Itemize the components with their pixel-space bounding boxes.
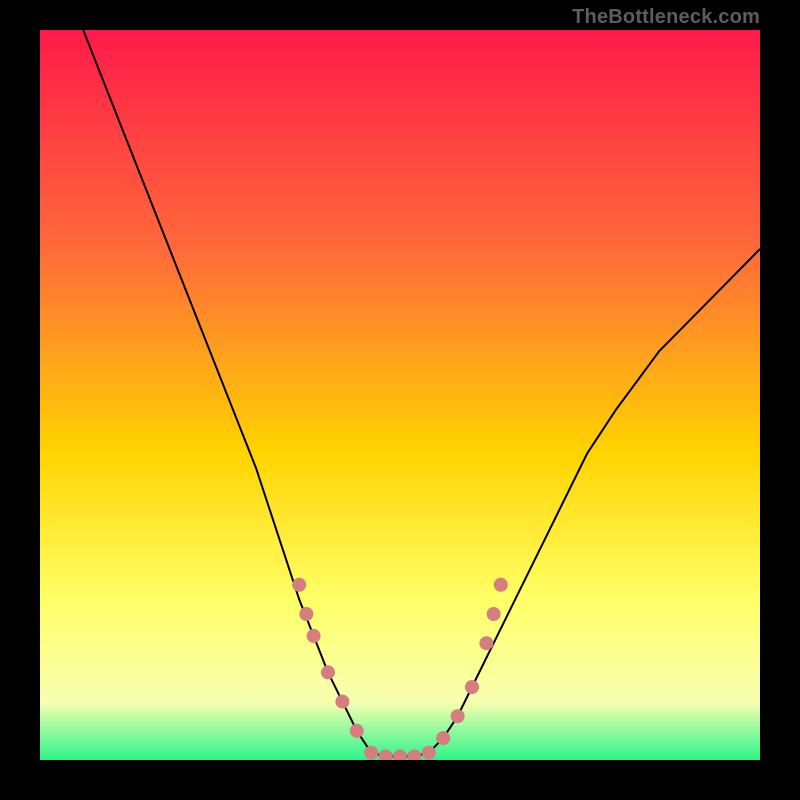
data-marker — [364, 746, 378, 760]
data-marker — [307, 629, 321, 643]
data-marker — [321, 665, 335, 679]
data-marker — [379, 749, 393, 760]
data-marker — [292, 578, 306, 592]
data-marker — [335, 695, 349, 709]
bottleneck-curve — [83, 30, 760, 756]
data-marker — [494, 578, 508, 592]
data-marker — [436, 731, 450, 745]
data-marker — [422, 746, 436, 760]
data-marker — [487, 607, 501, 621]
curve-layer — [40, 30, 760, 760]
data-marker — [350, 724, 364, 738]
data-marker — [479, 636, 493, 650]
marker-group — [292, 578, 508, 760]
data-marker — [407, 749, 421, 760]
data-marker — [465, 680, 479, 694]
data-marker — [393, 749, 407, 760]
plot-area — [40, 30, 760, 760]
chart-stage: TheBottleneck.com — [0, 0, 800, 800]
data-marker — [299, 607, 313, 621]
data-marker — [451, 709, 465, 723]
watermark-text: TheBottleneck.com — [572, 6, 760, 29]
